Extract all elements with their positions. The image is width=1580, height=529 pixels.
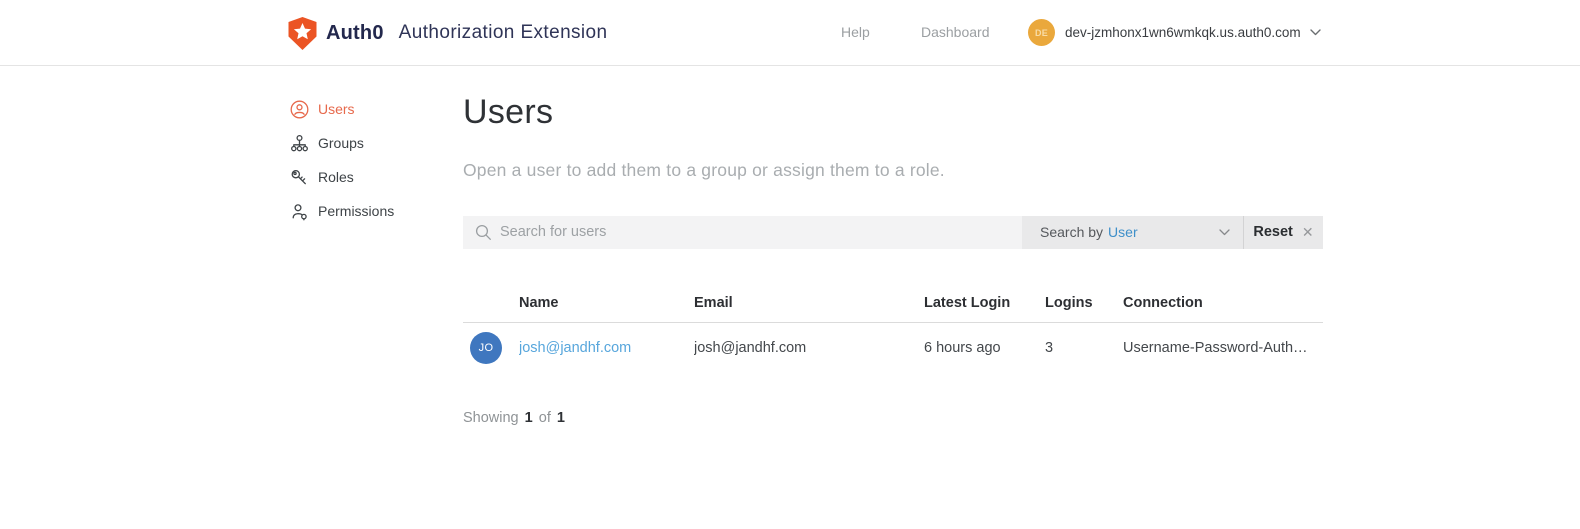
brand-name: Auth0	[326, 21, 384, 44]
column-header-logins: Logins	[1045, 294, 1093, 311]
auth0-logo-icon	[288, 16, 317, 50]
reset-label: Reset	[1253, 224, 1293, 240]
table-header-row: Name Email Latest Login Logins Connectio…	[463, 294, 1323, 323]
user-connection: Username-Password-Auth…	[1123, 340, 1308, 356]
nav-dashboard-link[interactable]: Dashboard	[921, 24, 990, 40]
main-content: Users Open a user to add them to a group…	[463, 80, 1323, 426]
nav-help-link[interactable]: Help	[841, 24, 870, 40]
user-circle-icon	[289, 99, 309, 119]
brand: Auth0 Authorization Extension	[288, 15, 608, 51]
app-header: Auth0 Authorization Extension Help Dashb…	[0, 0, 1580, 66]
showing-total-value: 1	[556, 410, 565, 426]
user-email: josh@jandhf.com	[694, 340, 807, 356]
search-by-value: User	[1108, 224, 1138, 240]
search-field-wrap	[463, 215, 1022, 249]
page: Auth0 Authorization Extension Help Dashb…	[0, 0, 1580, 529]
chevron-down-icon	[1219, 228, 1230, 236]
user-name-link[interactable]: josh@jandhf.com	[519, 340, 631, 356]
sidebar-item-permissions[interactable]: Permissions	[289, 194, 449, 228]
sidebar-item-label: Permissions	[318, 203, 395, 219]
org-chart-icon	[289, 133, 309, 153]
page-app-title: Authorization Extension	[398, 22, 608, 43]
reset-button[interactable]: Reset ✕	[1243, 215, 1323, 249]
person-check-icon	[289, 201, 309, 221]
table-row[interactable]: JO josh@jandhf.com josh@jandhf.com 6 hou…	[463, 323, 1323, 373]
page-title: Users	[463, 93, 554, 131]
search-input[interactable]	[463, 215, 1022, 249]
user-logins: 3	[1045, 340, 1054, 356]
search-toolbar: Search by User Reset ✕	[463, 215, 1323, 249]
showing-count-value: 1	[524, 410, 533, 426]
tenant-menu[interactable]: DE dev-jzmhonx1wn6wmkqk.us.auth0.com	[1028, 19, 1321, 46]
user-latest-login: 6 hours ago	[924, 340, 1001, 356]
avatar: JO	[470, 332, 502, 364]
search-by-label: Search by	[1040, 224, 1104, 240]
sidebar-item-label: Roles	[318, 169, 354, 185]
key-icon	[289, 167, 309, 187]
sidebar-item-users[interactable]: Users	[289, 92, 449, 126]
users-table: Name Email Latest Login Logins Connectio…	[463, 294, 1323, 374]
column-header-name: Name	[519, 294, 559, 311]
search-icon	[475, 224, 491, 240]
sidebar-item-roles[interactable]: Roles	[289, 160, 449, 194]
sidebar: Users Groups Roles Permissions	[289, 92, 449, 228]
showing-label: Showing	[463, 410, 519, 426]
chevron-down-icon	[1309, 29, 1321, 36]
close-icon: ✕	[1301, 223, 1314, 240]
sidebar-item-label: Users	[318, 101, 355, 117]
page-subtitle: Open a user to add them to a group or as…	[463, 160, 945, 180]
search-by-dropdown[interactable]: Search by User	[1022, 215, 1243, 249]
column-header-connection: Connection	[1123, 294, 1203, 311]
column-header-email: Email	[694, 294, 733, 311]
showing-count: Showing 1 of 1	[463, 411, 1323, 426]
tenant-domain: dev-jzmhonx1wn6wmkqk.us.auth0.com	[1065, 25, 1301, 40]
tenant-avatar: DE	[1028, 19, 1055, 46]
sidebar-item-label: Groups	[318, 135, 364, 151]
sidebar-item-groups[interactable]: Groups	[289, 126, 449, 160]
column-header-latest-login: Latest Login	[924, 294, 1011, 311]
of-label: of	[538, 410, 551, 426]
